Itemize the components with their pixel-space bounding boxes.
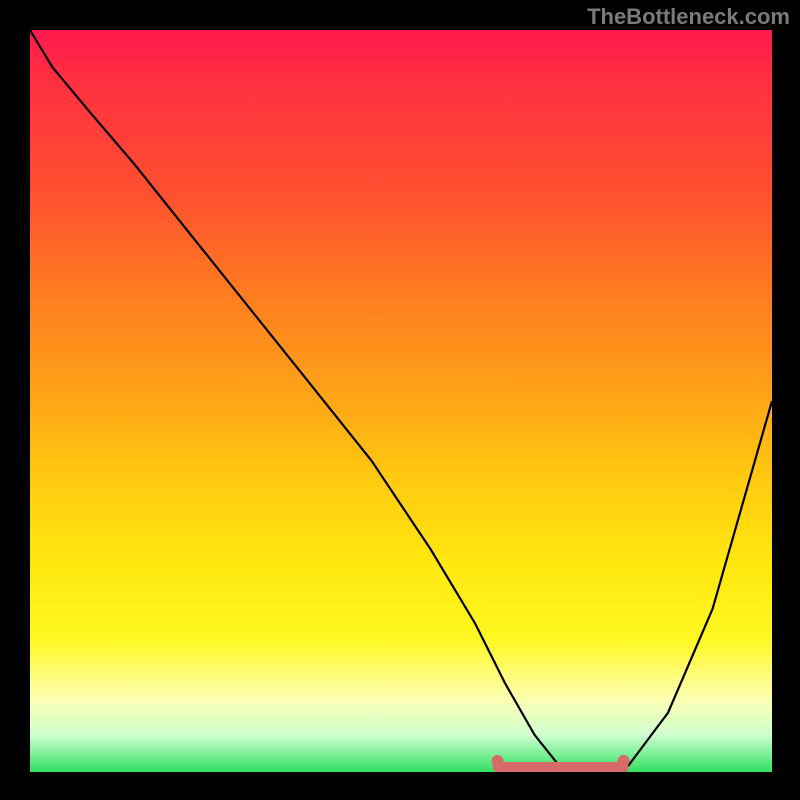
optimal-zone-start-dot — [492, 755, 504, 767]
attribution-label: TheBottleneck.com — [587, 4, 790, 30]
bottleneck-curve — [30, 30, 772, 772]
chart-container: TheBottleneck.com — [0, 0, 800, 800]
plot-area — [30, 30, 772, 772]
optimal-zone-end-dot — [618, 755, 630, 767]
curve-layer — [30, 30, 772, 772]
